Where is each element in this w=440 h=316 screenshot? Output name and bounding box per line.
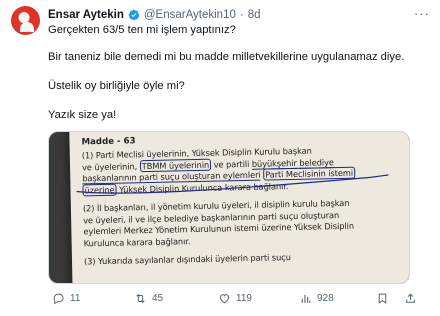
- attached-photo[interactable]: Madde - 63 (1) Parti Meclisi üyelerinin,…: [48, 131, 410, 284]
- reply-button[interactable]: 11: [52, 292, 80, 305]
- repost-icon: [136, 293, 145, 303]
- reply-icon: [53, 293, 64, 304]
- ellipsis-icon[interactable]: ···: [414, 6, 430, 21]
- pen-mark-arrow: [76, 174, 389, 194]
- like-count: 119: [236, 292, 252, 304]
- heart-icon: [219, 293, 230, 303]
- repost-count: 45: [152, 292, 164, 304]
- book-page: Madde - 63 (1) Parti Meclisi üyelerinin,…: [69, 132, 409, 283]
- author-handle[interactable]: @EnsarAytekin10: [144, 9, 236, 21]
- verified-badge-icon: [128, 9, 140, 21]
- author-avatar[interactable]: [11, 6, 40, 35]
- post-text-line: Yazık size ya!: [48, 109, 117, 121]
- bar-chart-icon: [301, 294, 311, 303]
- author-name[interactable]: Ensar Aytekin: [48, 9, 124, 21]
- share-icon: [406, 292, 415, 303]
- repost-button[interactable]: 45: [134, 292, 163, 305]
- reply-count: 11: [70, 292, 81, 304]
- post-actions: 11 45 119 928: [48, 291, 420, 305]
- view-count: 928: [317, 292, 334, 304]
- bookmark-icon: [378, 293, 387, 304]
- post-text-line: Üstelik oy birliğiyle öyle mi?: [48, 80, 185, 92]
- bookmark-button[interactable]: [376, 292, 389, 305]
- like-button[interactable]: 119: [218, 292, 252, 305]
- post-time[interactable]: 8d: [248, 9, 261, 21]
- post-text-line: Bir taneniz bile demedi mi bu madde mill…: [48, 51, 405, 63]
- post-text-line: Gerçekten 63/5 ten mi işlem yaptınız?: [48, 24, 236, 36]
- post-header: Ensar Aytekin @EnsarAytekin10 · 8d: [48, 7, 261, 23]
- views-button[interactable]: 928: [299, 292, 334, 305]
- share-button[interactable]: [404, 292, 417, 305]
- separator-dot: ·: [239, 9, 244, 21]
